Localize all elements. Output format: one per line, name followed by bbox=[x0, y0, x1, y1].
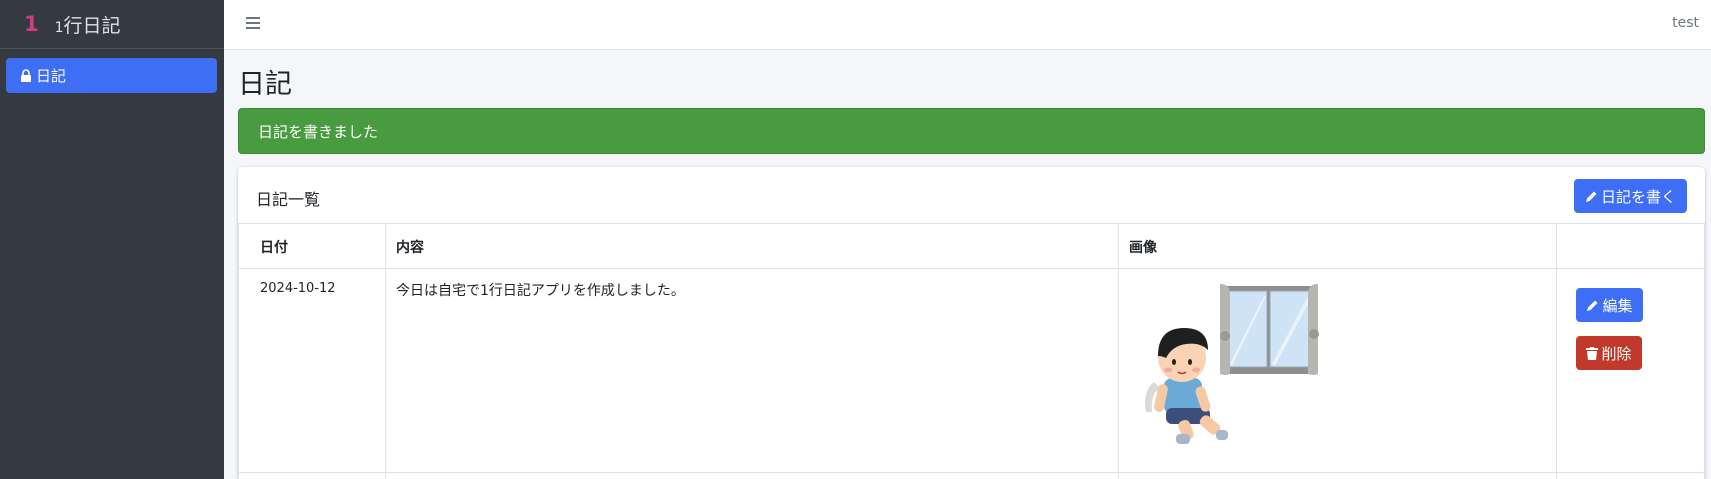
user-name[interactable]: test bbox=[1672, 15, 1699, 31]
brand-name-prefix: 1 bbox=[54, 19, 64, 36]
sidebar-item-diary[interactable]: 日記 bbox=[6, 58, 217, 93]
column-header-date: 日付 bbox=[260, 240, 288, 256]
delete-label: 削除 bbox=[1601, 345, 1632, 363]
pencil-icon bbox=[1587, 300, 1598, 311]
trash-icon bbox=[1586, 346, 1599, 360]
brand-name: 1行日記 bbox=[55, 11, 121, 38]
diary-content: 今日は自宅で1行日記アプリを作成しました。 bbox=[396, 283, 685, 299]
diary-list-card: 日記一覧 日記を書く 日付 内容 画像 2024-10-12 今日は自宅で1行日… bbox=[238, 167, 1705, 479]
edit-button[interactable]: 編集 bbox=[1576, 288, 1643, 322]
card-header: 日記一覧 日記を書く bbox=[238, 167, 1705, 224]
column-header-image: 画像 bbox=[1129, 240, 1157, 256]
pencil-icon bbox=[1585, 191, 1597, 202]
column-header-content: 内容 bbox=[396, 240, 424, 256]
success-alert: 日記を書きました bbox=[238, 108, 1705, 154]
diary-table: 日付 内容 画像 2024-10-12 今日は自宅で1行日記アプリを作成しました… bbox=[238, 224, 1705, 479]
delete-button[interactable]: 削除 bbox=[1576, 336, 1642, 370]
menu-icon[interactable] bbox=[246, 14, 266, 34]
edit-label: 編集 bbox=[1602, 297, 1633, 315]
write-diary-label: 日記を書く bbox=[1600, 188, 1676, 206]
alert-message: 日記を書きました bbox=[258, 122, 379, 141]
sidebar: 1 1行日記 日記 bbox=[0, 0, 224, 479]
sidebar-item-label: 日記 bbox=[36, 67, 67, 85]
page-title: 日記 bbox=[238, 69, 292, 100]
diary-image bbox=[1145, 284, 1319, 444]
card-title: 日記一覧 bbox=[256, 190, 321, 209]
brand[interactable]: 1 1行日記 bbox=[0, 0, 224, 49]
top-navbar: test bbox=[224, 0, 1711, 50]
brand-name-rest: 行日記 bbox=[63, 14, 121, 37]
brand-logo: 1 bbox=[24, 12, 39, 36]
diary-date: 2024-10-12 bbox=[260, 281, 336, 296]
write-diary-button[interactable]: 日記を書く bbox=[1574, 179, 1687, 213]
lock-icon bbox=[21, 69, 31, 82]
